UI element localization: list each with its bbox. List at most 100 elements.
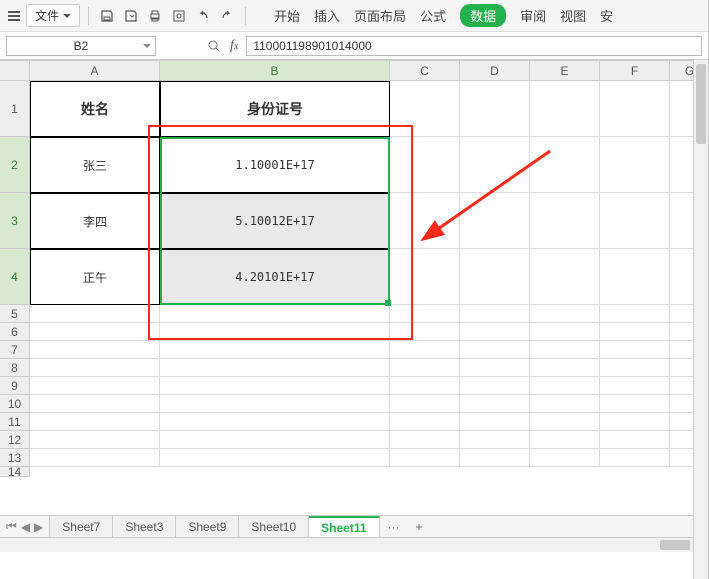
row-header-1[interactable]: 1 — [0, 81, 30, 137]
cell-D2[interactable] — [460, 137, 530, 193]
sheet-nav-next-icon[interactable]: ▶ — [34, 520, 43, 534]
cell-B7[interactable] — [160, 341, 390, 359]
cell-F6[interactable] — [600, 323, 670, 341]
cell-C4[interactable] — [390, 249, 460, 305]
cell-A2[interactable]: 张三 — [30, 137, 160, 193]
cell-C12[interactable] — [390, 431, 460, 449]
cell-D5[interactable] — [460, 305, 530, 323]
tab-view[interactable]: 视图 — [560, 6, 586, 25]
col-header-C[interactable]: C — [390, 61, 460, 81]
cell-E12[interactable] — [530, 431, 600, 449]
cell-D11[interactable] — [460, 413, 530, 431]
cell-A13[interactable] — [30, 449, 160, 467]
cell-F12[interactable] — [600, 431, 670, 449]
cell-E2[interactable] — [530, 137, 600, 193]
cell-F3[interactable] — [600, 193, 670, 249]
tab-formula[interactable]: 公式 — [420, 6, 446, 25]
cell-D9[interactable] — [460, 377, 530, 395]
cell-A7[interactable] — [30, 341, 160, 359]
cell-B10[interactable] — [160, 395, 390, 413]
row-header-8[interactable]: 8 — [0, 359, 30, 377]
cell-A8[interactable] — [30, 359, 160, 377]
cell-B3[interactable]: 5.10012E+17 — [160, 193, 390, 249]
cell-E5[interactable] — [530, 305, 600, 323]
cell-F8[interactable] — [600, 359, 670, 377]
row-header-9[interactable]: 9 — [0, 377, 30, 395]
cell-E3[interactable] — [530, 193, 600, 249]
cell-A10[interactable] — [30, 395, 160, 413]
cell-C11[interactable] — [390, 413, 460, 431]
cell-A4[interactable]: 正午 — [30, 249, 160, 305]
sheet-nav-prev-icon[interactable]: ◀ — [21, 520, 30, 534]
cell-F4[interactable] — [600, 249, 670, 305]
cell-B1[interactable]: 身份证号 — [160, 81, 390, 137]
save-icon[interactable] — [97, 6, 117, 26]
cell-D12[interactable] — [460, 431, 530, 449]
cell-E9[interactable] — [530, 377, 600, 395]
cell-C10[interactable] — [390, 395, 460, 413]
col-header-D[interactable]: D — [460, 61, 530, 81]
file-menu-button[interactable]: 文件 — [26, 4, 80, 27]
cell-F2[interactable] — [600, 137, 670, 193]
cell-E8[interactable] — [530, 359, 600, 377]
row-header-14[interactable]: 14 — [0, 467, 30, 477]
sheet-tab-0[interactable]: Sheet7 — [50, 516, 113, 537]
sheet-tab-4[interactable]: Sheet11 — [309, 516, 379, 537]
row-header-3[interactable]: 3 — [0, 193, 30, 249]
sheet-tab-1[interactable]: Sheet3 — [113, 516, 176, 537]
cell-B8[interactable] — [160, 359, 390, 377]
cell-F9[interactable] — [600, 377, 670, 395]
cell-E10[interactable] — [530, 395, 600, 413]
col-header-E[interactable]: E — [530, 61, 600, 81]
cell-C6[interactable] — [390, 323, 460, 341]
row-header-7[interactable]: 7 — [0, 341, 30, 359]
tab-review[interactable]: 审阅 — [520, 6, 546, 25]
cell-D8[interactable] — [460, 359, 530, 377]
cell-D10[interactable] — [460, 395, 530, 413]
scrollbar-horizontal[interactable] — [0, 537, 693, 552]
select-all-corner[interactable] — [0, 61, 30, 81]
cell-D7[interactable] — [460, 341, 530, 359]
cell-A3[interactable]: 李四 — [30, 193, 160, 249]
cell-A9[interactable] — [30, 377, 160, 395]
cell-A1[interactable]: 姓名 — [30, 81, 160, 137]
cell-C1[interactable] — [390, 81, 460, 137]
tab-start[interactable]: 开始 — [274, 6, 300, 25]
cell-C9[interactable] — [390, 377, 460, 395]
cell-B13[interactable] — [160, 449, 390, 467]
cell-D13[interactable] — [460, 449, 530, 467]
cell-B11[interactable] — [160, 413, 390, 431]
print-icon[interactable] — [145, 6, 165, 26]
cell-E1[interactable] — [530, 81, 600, 137]
cell-C3[interactable] — [390, 193, 460, 249]
cell-A12[interactable] — [30, 431, 160, 449]
row-header-5[interactable]: 5 — [0, 305, 30, 323]
cell-B2[interactable]: 1.10001E+17 — [160, 137, 390, 193]
save-as-icon[interactable] — [121, 6, 141, 26]
cell-C5[interactable] — [390, 305, 460, 323]
col-header-B[interactable]: B — [160, 61, 390, 81]
cell-B6[interactable] — [160, 323, 390, 341]
cell-B5[interactable] — [160, 305, 390, 323]
col-header-F[interactable]: F — [600, 61, 670, 81]
cell-A5[interactable] — [30, 305, 160, 323]
redo-icon[interactable] — [217, 6, 237, 26]
cell-D6[interactable] — [460, 323, 530, 341]
cell-E13[interactable] — [530, 449, 600, 467]
cell-A6[interactable] — [30, 323, 160, 341]
undo-icon[interactable] — [193, 6, 213, 26]
cell-F10[interactable] — [600, 395, 670, 413]
print-preview-icon[interactable] — [169, 6, 189, 26]
sheet-tabs-more[interactable]: ··· — [380, 516, 408, 537]
name-box[interactable]: B2 — [6, 36, 156, 56]
cell-F13[interactable] — [600, 449, 670, 467]
scrollbar-vertical[interactable] — [693, 60, 708, 579]
tab-security[interactable]: 安 — [600, 6, 613, 25]
cell-F5[interactable] — [600, 305, 670, 323]
row-header-6[interactable]: 6 — [0, 323, 30, 341]
sheet-tab-2[interactable]: Sheet9 — [176, 516, 239, 537]
cell-F11[interactable] — [600, 413, 670, 431]
cell-D4[interactable] — [460, 249, 530, 305]
tab-page-layout[interactable]: 页面布局 — [354, 6, 406, 25]
cell-B4[interactable]: 4.20101E+17 — [160, 249, 390, 305]
